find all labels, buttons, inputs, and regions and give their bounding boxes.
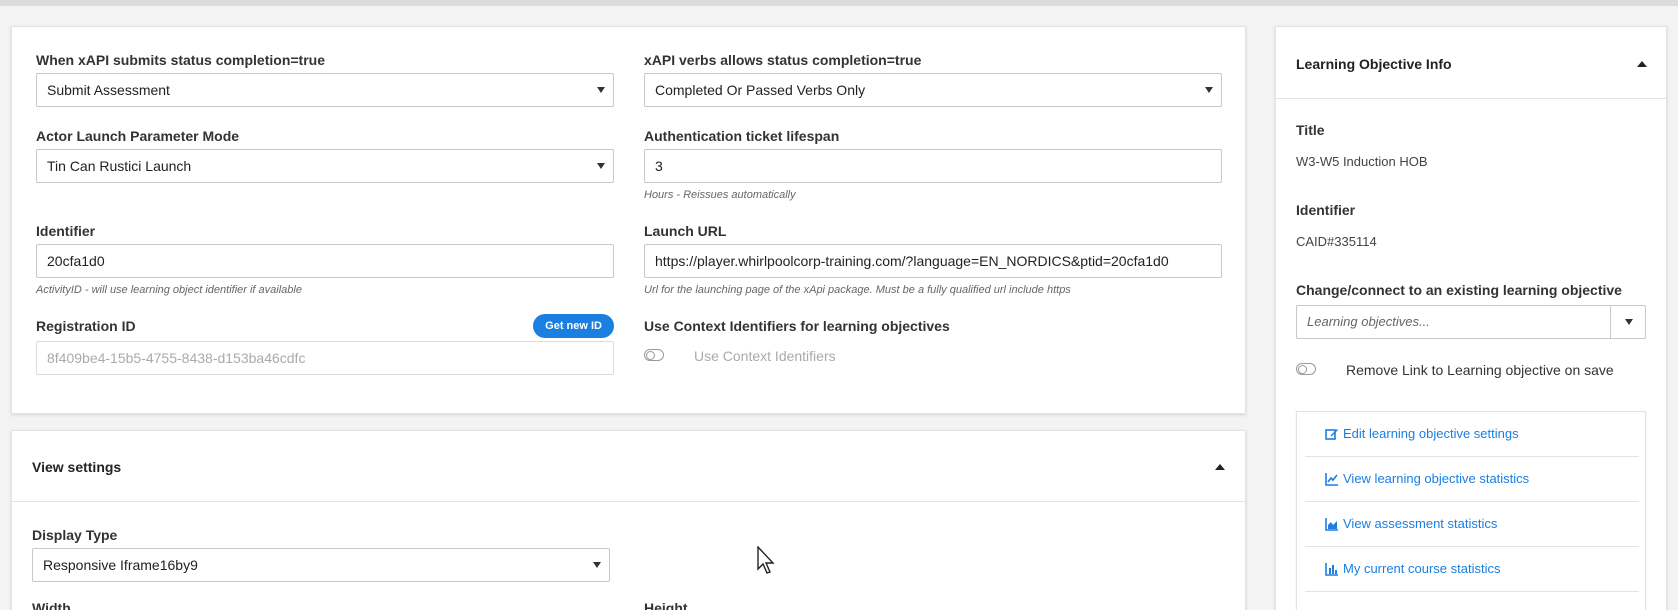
remove-link-toggle[interactable]: [1296, 363, 1316, 375]
display-type-field: Display Type Responsive Iframe16by9: [32, 526, 610, 582]
lo-identifier-label: Identifier: [1296, 202, 1356, 218]
ticket-help: Hours - Reissues automatically: [644, 189, 796, 201]
mouse-cursor-icon: [757, 546, 775, 574]
actor-field: Actor Launch Parameter Mode Tin Can Rust…: [36, 127, 614, 183]
context-toggle-label: Use Context Identifiers: [694, 348, 836, 364]
get-new-id-button[interactable]: Get new ID: [533, 314, 614, 338]
lo-title-label: Title: [1296, 122, 1325, 138]
identifier-help: ActivityID - will use learning object id…: [36, 284, 302, 296]
identifier-input[interactable]: 20cfa1d0: [36, 244, 614, 278]
identifier-field: Identifier 20cfa1d0 ActivityID - will us…: [36, 222, 614, 296]
collapse-icon[interactable]: [1637, 61, 1647, 67]
verbs-field: xAPI verbs allows status completion=true…: [644, 51, 1222, 107]
view-settings-header[interactable]: View settings: [12, 431, 1245, 502]
registration-field: Registration ID Get new ID 8f409be4-15b5…: [36, 314, 614, 375]
lo-change-label: Change/connect to an existing learning o…: [1296, 282, 1622, 298]
completion-label: When xAPI submits status completion=true: [36, 52, 325, 68]
xapi-settings-card: When xAPI submits status completion=true…: [11, 26, 1246, 414]
list-item[interactable]: View learning objective statistics: [1305, 457, 1639, 502]
context-toggle[interactable]: [644, 349, 664, 361]
view-settings-title: View settings: [32, 459, 122, 475]
height-label: Height: [644, 600, 688, 610]
lo-title-value: W3-W5 Induction HOB: [1296, 154, 1428, 169]
top-bar: [0, 0, 1678, 6]
launch-url-label: Launch URL: [644, 223, 727, 239]
view-lo-statistics-link[interactable]: View learning objective statistics: [1343, 471, 1529, 486]
learning-objective-card: Learning Objective Info Title W3-W5 Indu…: [1275, 26, 1667, 610]
registration-label: Registration ID: [36, 318, 136, 334]
completion-field: When xAPI submits status completion=true…: [36, 51, 614, 107]
chevron-down-icon[interactable]: [1625, 319, 1633, 325]
verbs-select[interactable]: Completed Or Passed Verbs Only: [644, 73, 1222, 107]
launch-url-input[interactable]: https://player.whirlpoolcorp-training.co…: [644, 244, 1222, 278]
list-item[interactable]: My current course statistics: [1305, 547, 1639, 592]
display-type-label: Display Type: [32, 527, 118, 543]
launch-url-field: Launch URL https://player.whirlpoolcorp-…: [644, 222, 1222, 296]
collapse-icon[interactable]: [1215, 464, 1225, 470]
verbs-label: xAPI verbs allows status completion=true: [644, 52, 922, 68]
view-settings-card: View settings Display Type Responsive If…: [11, 430, 1246, 610]
identifier-label: Identifier: [36, 223, 96, 239]
display-type-select[interactable]: Responsive Iframe16by9: [32, 548, 610, 582]
lo-select-placeholder: Learning objectives...: [1307, 314, 1430, 329]
actor-label: Actor Launch Parameter Mode: [36, 128, 240, 144]
ticket-label: Authentication ticket lifespan: [644, 128, 840, 144]
select-divider: [1610, 306, 1611, 338]
context-field: Use Context Identifiers for learning obj…: [644, 317, 1222, 364]
bar-chart-icon: [1325, 563, 1338, 576]
learning-objective-select[interactable]: Learning objectives...: [1296, 305, 1646, 339]
lo-identifier-value: CAID#335114: [1296, 234, 1377, 249]
context-label: Use Context Identifiers for learning obj…: [644, 318, 950, 334]
list-item[interactable]: View assessment statistics: [1305, 502, 1639, 547]
ticket-input[interactable]: 3: [644, 149, 1222, 183]
actor-select[interactable]: Tin Can Rustici Launch: [36, 149, 614, 183]
area-chart-icon: [1325, 518, 1338, 531]
my-course-statistics-link[interactable]: My current course statistics: [1343, 561, 1501, 576]
width-label: Width: [32, 600, 71, 610]
view-assessment-statistics-link[interactable]: View assessment statistics: [1343, 516, 1497, 531]
registration-input[interactable]: 8f409be4-15b5-4755-8438-d153ba46cdfc: [36, 341, 614, 375]
edit-icon: [1325, 429, 1338, 440]
lo-links-panel: Edit learning objective settings View le…: [1296, 411, 1646, 610]
remove-link-label: Remove Link to Learning objective on sav…: [1346, 362, 1614, 378]
line-chart-icon: [1325, 473, 1338, 486]
ticket-field: Authentication ticket lifespan 3 Hours -…: [644, 127, 1222, 201]
learning-objective-title: Learning Objective Info: [1296, 56, 1452, 72]
list-item[interactable]: Edit learning objective settings: [1305, 412, 1639, 457]
learning-objective-header[interactable]: Learning Objective Info: [1276, 27, 1666, 99]
edit-lo-settings-link[interactable]: Edit learning objective settings: [1343, 426, 1519, 441]
launch-url-help: Url for the launching page of the xApi p…: [644, 284, 1071, 296]
completion-select[interactable]: Submit Assessment: [36, 73, 614, 107]
